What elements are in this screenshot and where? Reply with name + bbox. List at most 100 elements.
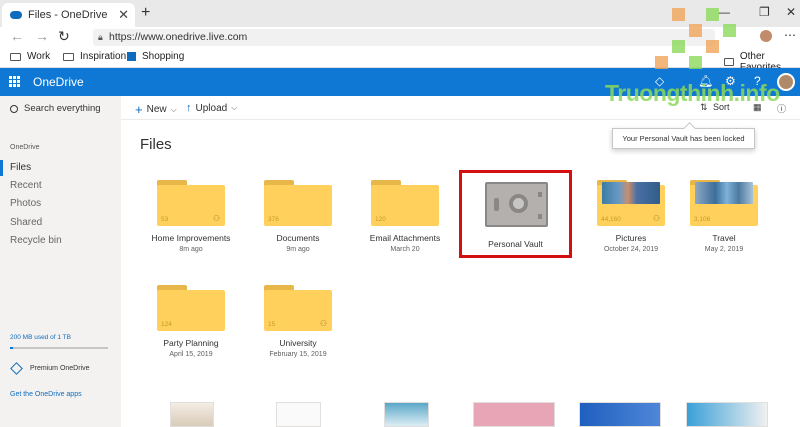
folder-name: Email Attachments	[369, 233, 441, 243]
minimize-icon[interactable]: —	[718, 5, 730, 19]
folder-tile-email-attachments[interactable]: 120 Email Attachments March 20	[352, 180, 458, 253]
folder-tile-party-planning[interactable]: 124 Party Planning April 15, 2019	[138, 285, 244, 358]
watermark-logo	[655, 56, 668, 69]
folder-name: Documents	[276, 233, 320, 243]
folder-name: Travel	[712, 233, 736, 243]
file-thumbnail[interactable]	[276, 402, 321, 427]
folder-date: February 15, 2019	[269, 351, 327, 358]
safe-icon	[485, 182, 548, 227]
watermark-logo	[706, 8, 719, 21]
upload-button[interactable]: ↑ Upload ⌵	[186, 102, 237, 114]
folder-date: October 24, 2019	[603, 246, 659, 253]
favorite-work[interactable]: Work	[10, 51, 50, 62]
maximize-icon[interactable]: ❐	[759, 5, 770, 19]
folder-name: Home Improvements	[151, 233, 231, 243]
folder-icon: 376	[264, 180, 332, 226]
item-count: 124	[161, 321, 172, 328]
folder-tile-documents[interactable]: 376 Documents 9m ago	[245, 180, 351, 253]
file-thumbnail[interactable]	[170, 402, 214, 427]
folder-tile-travel[interactable]: 3,106 Travel May 2, 2019	[671, 180, 777, 253]
favorite-inspiration[interactable]: Inspiration	[63, 51, 126, 62]
file-thumbnail[interactable]	[384, 402, 429, 427]
plus-icon: +	[135, 102, 143, 117]
page-title: Files	[140, 136, 172, 153]
vault-name: Personal Vault	[488, 239, 543, 249]
folder-date: 9m ago	[286, 246, 310, 253]
favorite-label: Work	[27, 51, 51, 62]
url-field[interactable]: 🔒︎ https://www.onedrive.live.com	[93, 29, 715, 46]
sidebar-item-recycle-bin[interactable]: Recycle bin	[10, 235, 62, 246]
tab-title: Files - OneDrive	[28, 9, 108, 21]
folder-icon	[63, 52, 74, 61]
folder-name: University	[279, 338, 317, 348]
folder-icon: 53 ⚇	[157, 180, 225, 226]
item-count: 15	[268, 321, 276, 328]
favorite-label: Inspiration	[80, 51, 127, 62]
watermark-logo	[723, 24, 736, 37]
watermark-logo	[706, 40, 719, 53]
premium-onedrive-link[interactable]: Premium OneDrive	[10, 362, 90, 375]
sidebar-item-shared[interactable]: Shared	[10, 217, 42, 228]
personal-vault-tile[interactable]: Personal Vault	[459, 170, 572, 258]
folder-tile-university[interactable]: 15 ⚇ University February 15, 2019	[245, 285, 351, 358]
file-thumbnail[interactable]	[686, 402, 768, 427]
folder-icon: 120	[371, 180, 439, 226]
favorite-shopping[interactable]: Shopping	[127, 51, 184, 62]
watermark-logo	[672, 40, 685, 53]
folder-date: 8m ago	[179, 246, 203, 253]
sidebar: Search everything OneDrive Files Recent …	[0, 96, 121, 427]
sidebar-item-recent[interactable]: Recent	[10, 180, 42, 191]
chevron-down-icon: ⌵	[170, 104, 177, 114]
forward-icon[interactable]: →	[35, 28, 49, 44]
search-icon	[10, 104, 18, 113]
item-count: 44,160	[601, 216, 621, 223]
browser-tab[interactable]: Files - OneDrive ✕	[2, 3, 135, 27]
file-thumbnail[interactable]	[473, 402, 555, 427]
close-tab-icon[interactable]: ✕	[118, 7, 129, 23]
get-apps-link[interactable]: Get the OneDrive apps	[10, 391, 82, 398]
app-name[interactable]: OneDrive	[33, 75, 84, 89]
new-button[interactable]: + New ⌵	[135, 102, 177, 117]
premium-label: Premium OneDrive	[30, 365, 90, 372]
shared-icon: ⚇	[212, 214, 220, 223]
upload-label: Upload	[195, 102, 228, 114]
item-count: 53	[161, 216, 169, 223]
photo-preview	[602, 182, 660, 204]
app-launcher-icon[interactable]	[9, 76, 20, 87]
upload-arrow-icon: ↑	[186, 102, 192, 114]
close-window-icon[interactable]: ✕	[786, 5, 796, 19]
storage-bar	[10, 347, 108, 349]
new-tab-icon[interactable]: +	[141, 4, 150, 22]
sidebar-item-files[interactable]: Files	[10, 162, 31, 173]
watermark-logo	[689, 56, 702, 69]
folder-icon: 44,160 ⚇	[597, 180, 665, 226]
chevron-down-icon: ⌵	[231, 103, 238, 112]
item-count: 120	[375, 216, 386, 223]
folder-date: May 2, 2019	[704, 246, 744, 253]
profile-icon[interactable]	[760, 30, 772, 42]
refresh-icon[interactable]: ↻	[58, 28, 70, 45]
new-label: New	[146, 104, 167, 115]
search-box[interactable]: Search everything	[10, 103, 101, 114]
sidebar-item-photos[interactable]: Photos	[10, 198, 41, 209]
more-icon[interactable]: ⋯	[784, 28, 796, 42]
storage-text[interactable]: 200 MB used of 1 TB	[10, 334, 71, 341]
watermark-logo	[672, 8, 685, 21]
shopping-icon	[127, 52, 136, 61]
back-icon[interactable]: ←	[10, 28, 24, 44]
shared-icon: ⚇	[652, 214, 660, 223]
storage-fill	[10, 347, 13, 349]
file-thumbnail[interactable]	[579, 402, 661, 427]
folder-tile-pictures[interactable]: 44,160 ⚇ Pictures October 24, 2019	[578, 180, 684, 253]
folder-tile-home-improvements[interactable]: 53 ⚇ Home Improvements 8m ago	[138, 180, 244, 253]
watermark-logo	[689, 24, 702, 37]
folder-name: Party Planning	[163, 338, 219, 348]
folder-date: March 20	[390, 246, 420, 253]
favorite-label: Shopping	[142, 51, 185, 62]
url-text: https://www.onedrive.live.com	[109, 31, 248, 43]
folder-icon: 124	[157, 285, 225, 331]
folder-icon: 3,106	[690, 180, 758, 226]
folder-date: April 15, 2019	[169, 351, 213, 358]
sidebar-section-title: OneDrive	[10, 144, 40, 151]
folder-icon	[10, 52, 21, 61]
